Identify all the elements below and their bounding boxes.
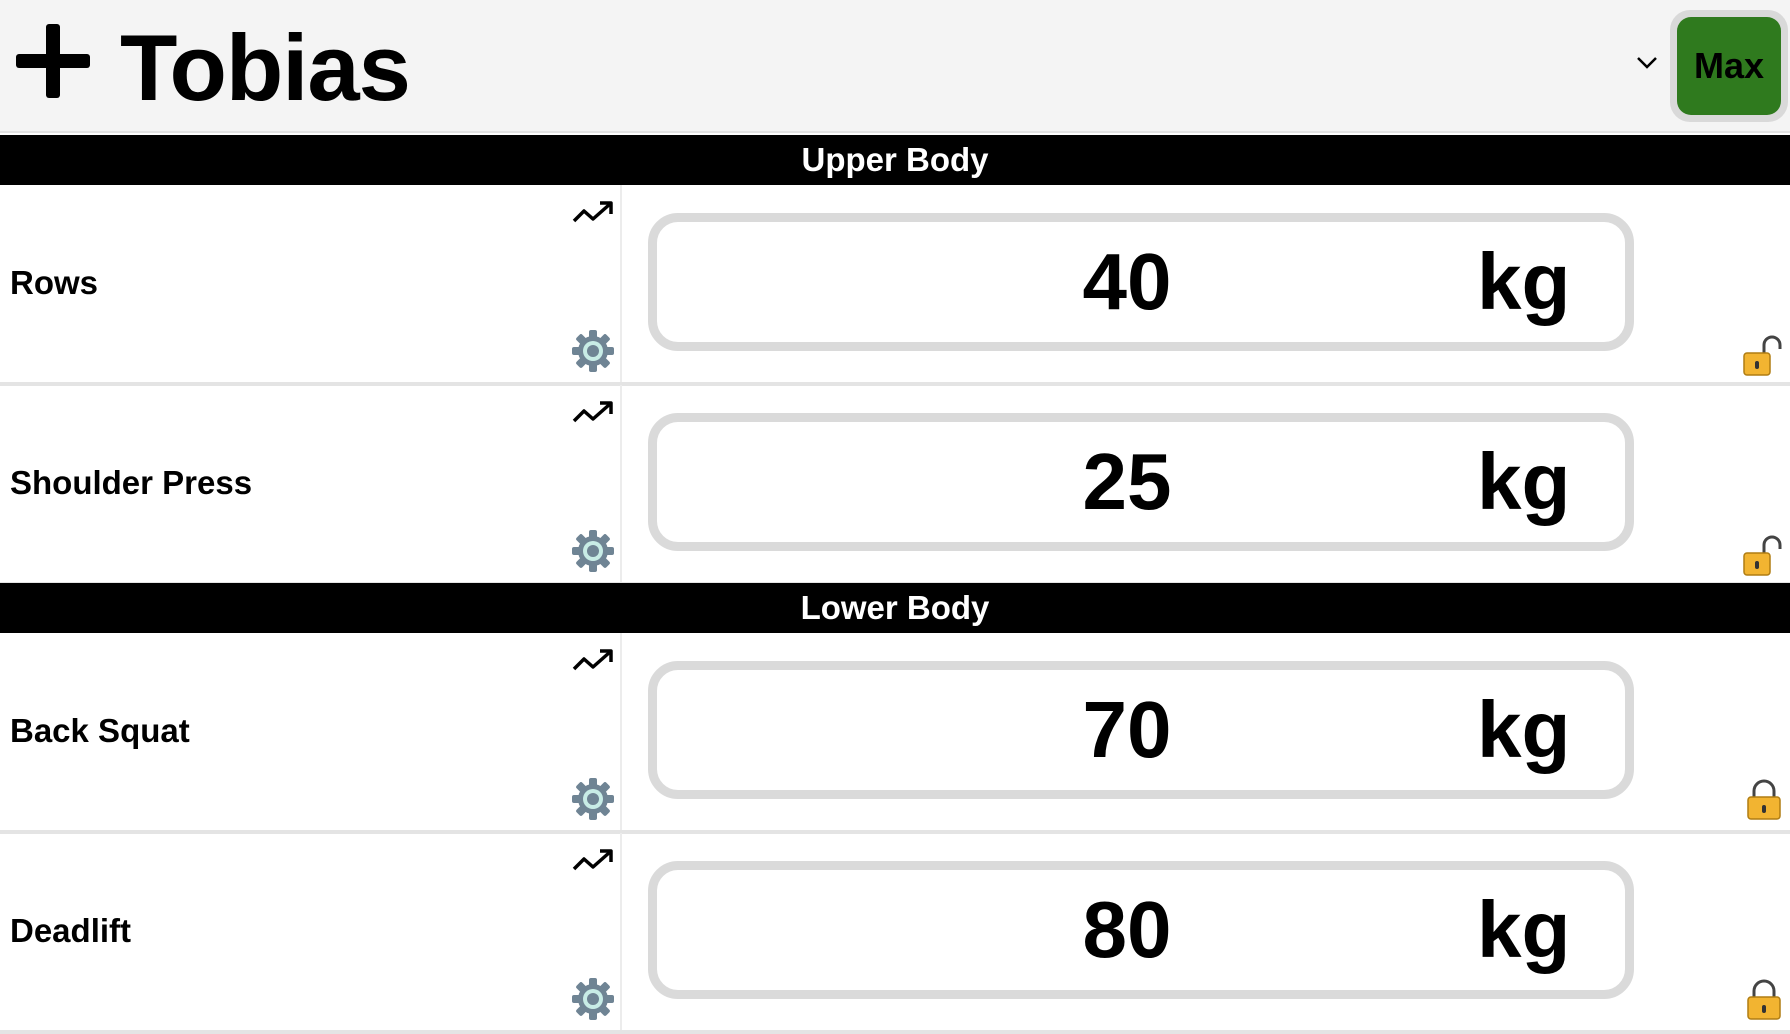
plus-icon[interactable] [14, 22, 92, 100]
max-button-label: Max [1677, 17, 1781, 115]
section-header-upper-body: Upper Body [0, 135, 1790, 185]
exercise-row: Back Squat 70 kg [0, 633, 1790, 834]
trending-up-icon[interactable] [572, 647, 616, 675]
weight-unit: kg [1477, 237, 1571, 326]
weight-value: 80 [1082, 885, 1172, 974]
weight-unit: kg [1477, 437, 1571, 526]
gear-icon[interactable] [571, 777, 615, 821]
trending-up-icon[interactable] [572, 847, 616, 875]
exercise-name: Rows [10, 264, 99, 301]
locked-padlock-icon[interactable] [1742, 977, 1786, 1021]
gear-icon[interactable] [571, 977, 615, 1021]
weight-input[interactable]: 40 kg [648, 213, 1634, 351]
trending-up-icon[interactable] [572, 199, 616, 227]
gear-icon[interactable] [571, 529, 615, 573]
exercise-row: Deadlift 80 kg [0, 833, 1790, 1034]
gear-icon[interactable] [571, 329, 615, 373]
weight-input[interactable]: 70 kg [648, 661, 1634, 799]
exercise-row: Shoulder Press 25 kg [0, 385, 1790, 586]
exercise-info-panel: Rows [0, 185, 622, 382]
unlocked-padlock-icon[interactable] [1742, 533, 1786, 577]
weight-input[interactable]: 80 kg [648, 861, 1634, 999]
weight-unit: kg [1477, 685, 1571, 774]
weight-value: 25 [1082, 437, 1172, 526]
max-button[interactable]: Max [1670, 10, 1788, 122]
weight-input[interactable]: 25 kg [648, 413, 1634, 551]
user-name-title[interactable]: Tobias [120, 18, 411, 118]
section-header-lower-body: Lower Body [0, 583, 1790, 633]
unlocked-padlock-icon[interactable] [1742, 333, 1786, 377]
exercise-name: Shoulder Press [10, 464, 253, 501]
weight-value: 70 [1082, 685, 1172, 774]
weight-unit: kg [1477, 885, 1571, 974]
exercise-name: Deadlift [10, 912, 132, 949]
weight-value: 40 [1082, 237, 1172, 326]
locked-padlock-icon[interactable] [1742, 777, 1786, 821]
exercise-info-panel: Shoulder Press [0, 385, 622, 582]
trending-up-icon[interactable] [572, 399, 616, 427]
exercise-info-panel: Deadlift [0, 833, 622, 1030]
chevron-down-icon[interactable] [1636, 56, 1658, 70]
app-header: Tobias Max [0, 0, 1790, 133]
exercise-row: Rows 40 kg [0, 185, 1790, 386]
exercise-info-panel: Back Squat [0, 633, 622, 830]
exercise-name: Back Squat [10, 712, 190, 749]
